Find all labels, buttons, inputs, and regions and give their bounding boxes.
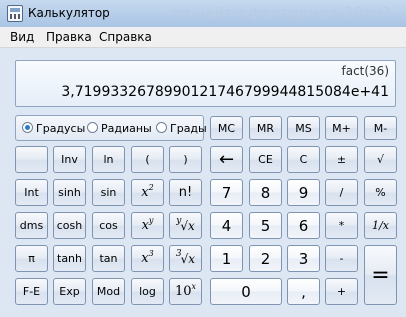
radio-radians[interactable]: Радианы (87, 122, 152, 135)
sqrt-button[interactable]: √ (364, 146, 397, 173)
digit-8-button[interactable]: 8 (249, 179, 282, 206)
subtract-button[interactable]: - (325, 245, 358, 272)
radio-selected-indicator (22, 122, 33, 133)
ce-button[interactable]: CE (249, 146, 282, 173)
digit-6-button[interactable]: 6 (287, 212, 320, 239)
multiply-button[interactable]: * (325, 212, 358, 239)
digit-2-button[interactable]: 2 (249, 245, 282, 272)
display-panel: fact(36) 3,71993326789901217467999448150… (15, 60, 396, 107)
expression-text: fact(36) (341, 64, 389, 78)
menu-edit[interactable]: Правка (46, 30, 92, 44)
title-bar: Калькулятор ли найти факториал 30ти? (0, 0, 406, 27)
cosh-button[interactable]: cosh (53, 212, 86, 239)
radio-indicator (87, 122, 98, 133)
ln-button[interactable]: ln (92, 146, 125, 173)
radio-degrees[interactable]: Градусы (22, 122, 85, 135)
digit-7-button[interactable]: 7 (210, 179, 243, 206)
menu-bar: Вид Правка Справка (0, 27, 406, 48)
mr-button[interactable]: MR (249, 116, 282, 140)
background-window-title: ли найти факториал 30ти? (170, 4, 391, 22)
m-minus-button[interactable]: M- (364, 116, 397, 140)
f-e-button[interactable]: F-E (15, 278, 48, 305)
equals-button[interactable]: = (364, 245, 397, 305)
sinh-button[interactable]: sinh (53, 179, 86, 206)
digit-4-button[interactable]: 4 (210, 212, 243, 239)
ten-power-x-button[interactable]: 10 x (169, 278, 202, 305)
divide-button[interactable]: / (325, 179, 358, 206)
x-squared-button[interactable]: x2 (131, 179, 164, 206)
mod-button[interactable]: Mod (92, 278, 125, 305)
reciprocal-button[interactable]: 1/x (364, 212, 397, 239)
pi-button[interactable]: π (15, 245, 48, 272)
digit-1-button[interactable]: 1 (210, 245, 243, 272)
close-paren-button[interactable]: ) (169, 146, 202, 173)
tanh-button[interactable]: tanh (53, 245, 86, 272)
ms-button[interactable]: MS (287, 116, 320, 140)
factorial-button[interactable]: n! (169, 179, 202, 206)
exp-button[interactable]: Exp (53, 278, 86, 305)
open-paren-button[interactable]: ( (131, 146, 164, 173)
dms-button[interactable]: dms (15, 212, 48, 239)
digit-5-button[interactable]: 5 (249, 212, 282, 239)
radio-grads[interactable]: Грады (156, 122, 207, 135)
digit-3-button[interactable]: 3 (287, 245, 320, 272)
mc-button[interactable]: MC (210, 116, 243, 140)
menu-view[interactable]: Вид (10, 30, 34, 44)
blank-button[interactable] (15, 146, 48, 173)
backspace-arrow-icon: ← (218, 149, 235, 170)
plus-minus-button[interactable]: ± (325, 146, 358, 173)
cube-root-button[interactable]: 3 √x (169, 245, 202, 272)
add-button[interactable]: + (325, 278, 358, 305)
x-cubed-button[interactable]: x3 (131, 245, 164, 272)
decimal-button[interactable]: , (287, 278, 320, 305)
int-button[interactable]: Int (15, 179, 48, 206)
window-title: Калькулятор (28, 6, 110, 20)
radio-indicator (156, 122, 167, 133)
menu-help[interactable]: Справка (99, 30, 152, 44)
backspace-button[interactable]: ← (210, 146, 243, 173)
result-value: 3,7199332678990121746799944815084e+41 (61, 84, 389, 100)
log-button[interactable]: log (131, 278, 164, 305)
m-plus-button[interactable]: M+ (325, 116, 358, 140)
y-root-x-button[interactable]: y √x (169, 212, 202, 239)
x-power-y-button[interactable]: xy (131, 212, 164, 239)
percent-button[interactable]: % (364, 179, 397, 206)
angle-mode-group: Градусы Радианы Грады (15, 115, 207, 141)
c-button[interactable]: C (287, 146, 320, 173)
sin-button[interactable]: sin (92, 179, 125, 206)
inv-button[interactable]: Inv (53, 146, 86, 173)
digit-0-button[interactable]: 0 (210, 278, 282, 305)
cos-button[interactable]: cos (92, 212, 125, 239)
calculator-icon (7, 5, 23, 22)
tan-button[interactable]: tan (92, 245, 125, 272)
digit-9-button[interactable]: 9 (287, 179, 320, 206)
